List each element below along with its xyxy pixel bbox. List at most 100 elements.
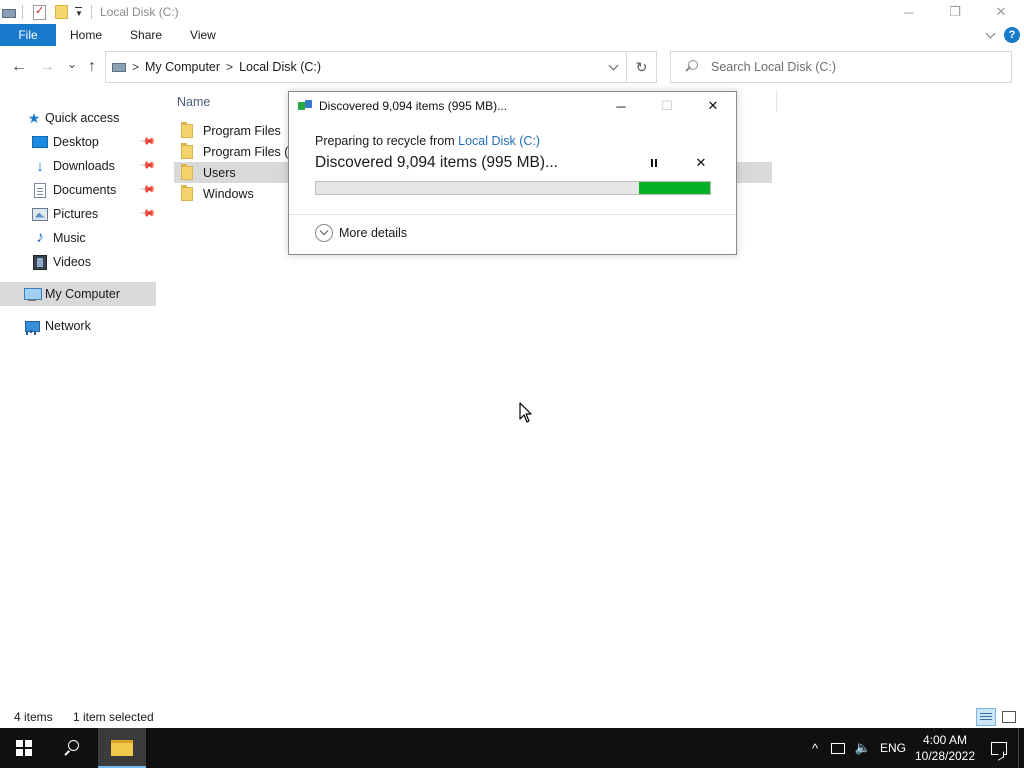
new-folder-icon[interactable] bbox=[55, 5, 68, 19]
properties-icon[interactable] bbox=[33, 4, 46, 20]
address-history-chevron-icon[interactable] bbox=[608, 60, 620, 74]
tab-home[interactable]: Home bbox=[56, 24, 116, 46]
nav-item-documents[interactable]: Documents 📌 bbox=[0, 178, 156, 202]
nav-item-desktop[interactable]: Desktop 📌 bbox=[0, 130, 156, 154]
tab-share[interactable]: Share bbox=[116, 24, 176, 46]
clock-time: 4:00 AM bbox=[922, 733, 968, 747]
pin-icon[interactable]: 📌 bbox=[139, 182, 156, 199]
up-button[interactable]: ↑ bbox=[83, 58, 101, 76]
close-button[interactable]: ✕ bbox=[978, 0, 1024, 24]
back-button[interactable]: ← bbox=[10, 58, 28, 76]
source-location-link[interactable]: Local Disk (C:) bbox=[458, 134, 540, 148]
details-view-icon[interactable] bbox=[976, 708, 996, 726]
dialog-maximize-button: ☐ bbox=[661, 98, 673, 113]
nav-label: Downloads bbox=[53, 159, 115, 173]
tab-file[interactable]: File bbox=[0, 24, 56, 46]
search-icon bbox=[683, 59, 699, 75]
large-icons-view-icon[interactable] bbox=[1000, 708, 1018, 726]
start-button[interactable] bbox=[0, 728, 48, 768]
dialog-title-bar[interactable]: Discovered 9,094 items (995 MB)... ─ ☐ ✕ bbox=[289, 92, 736, 120]
network-status-icon[interactable] bbox=[826, 728, 850, 768]
clock[interactable]: 4:00 AM 10/28/2022 bbox=[910, 728, 980, 768]
more-details-label: More details bbox=[339, 226, 408, 240]
pictures-icon bbox=[32, 206, 48, 222]
search-box[interactable]: Search Local Disk (C:) bbox=[670, 51, 1012, 83]
nav-label: My Computer bbox=[45, 287, 121, 301]
ribbon-tabs: File Home Share View ? bbox=[0, 24, 1024, 46]
input-language-indicator[interactable]: ENG bbox=[876, 728, 910, 768]
customize-toolbar-chevron-icon[interactable]: ▼ bbox=[75, 7, 85, 18]
breadcrumb-my-computer[interactable]: My Computer bbox=[145, 60, 220, 74]
toolbar-divider bbox=[91, 5, 92, 19]
window-title: Local Disk (C:) bbox=[100, 5, 179, 19]
drive-icon bbox=[2, 7, 16, 18]
nav-item-music[interactable]: ♪ Music bbox=[0, 226, 156, 250]
dialog-close-button[interactable]: ✕ bbox=[690, 92, 736, 120]
nav-item-downloads[interactable]: ↓ Downloads 📌 bbox=[0, 154, 156, 178]
taskbar-file-explorer[interactable] bbox=[98, 728, 146, 768]
column-header-name[interactable]: Name bbox=[177, 95, 210, 109]
dialog-divider bbox=[289, 214, 736, 215]
nav-item-pictures[interactable]: Pictures 📌 bbox=[0, 202, 156, 226]
show-desktop-button[interactable] bbox=[1018, 728, 1024, 768]
discovered-summary: Discovered 9,094 items (995 MB)... bbox=[315, 154, 558, 171]
star-icon: ★ bbox=[27, 109, 41, 126]
navigation-pane: ★ Quick access Desktop 📌 ↓ Downloads 📌 D… bbox=[0, 106, 156, 338]
column-divider[interactable] bbox=[776, 90, 777, 112]
action-center-button[interactable] bbox=[980, 728, 1018, 768]
file-name: Program Files bbox=[203, 123, 281, 138]
tab-view[interactable]: View bbox=[176, 24, 230, 46]
expand-ribbon-chevron-icon[interactable] bbox=[984, 28, 998, 42]
cancel-operation-button[interactable]: ✕ bbox=[693, 155, 709, 171]
computer-icon bbox=[24, 286, 42, 302]
recent-locations-chevron-icon[interactable]: ⌄ bbox=[63, 55, 81, 73]
dialog-title: Discovered 9,094 items (995 MB)... bbox=[319, 99, 508, 113]
minimize-button[interactable]: ─ bbox=[886, 0, 932, 24]
progress-indicator bbox=[639, 182, 710, 194]
notification-icon bbox=[991, 741, 1007, 755]
address-bar[interactable]: > My Computer > Local Disk (C:) ↻ bbox=[105, 51, 657, 83]
help-icon[interactable]: ? bbox=[1004, 27, 1020, 43]
search-input[interactable]: Search Local Disk (C:) bbox=[711, 60, 836, 74]
item-count: 4 items bbox=[14, 710, 53, 724]
ribbon-right-controls: ? bbox=[984, 24, 1020, 46]
operation-prefix: Preparing to recycle from bbox=[315, 134, 455, 148]
nav-label: Network bbox=[45, 319, 91, 333]
pin-icon[interactable]: 📌 bbox=[139, 206, 156, 223]
more-details-toggle[interactable]: More details bbox=[315, 223, 407, 243]
recycle-progress-dialog: Discovered 9,094 items (995 MB)... ─ ☐ ✕… bbox=[288, 91, 737, 255]
breadcrumb-local-disk[interactable]: Local Disk (C:) bbox=[239, 60, 321, 74]
folder-icon bbox=[181, 142, 193, 159]
forward-button[interactable]: → bbox=[38, 58, 56, 76]
nav-item-network[interactable]: Network bbox=[0, 314, 156, 338]
pause-icon[interactable] bbox=[646, 155, 662, 171]
nav-item-videos[interactable]: Videos bbox=[0, 250, 156, 274]
taskbar-search-button[interactable] bbox=[48, 728, 96, 768]
mouse-cursor-icon bbox=[519, 402, 532, 423]
address-row: ← → ⌄ ↑ > My Computer > Local Disk (C:) … bbox=[0, 50, 1024, 84]
music-icon: ♪ bbox=[36, 229, 44, 246]
file-name: Windows bbox=[203, 186, 254, 201]
folder-icon bbox=[181, 184, 193, 201]
selection-count: 1 item selected bbox=[73, 710, 154, 724]
quick-access-toolbar: ▼ bbox=[0, 0, 98, 24]
nav-item-quick-access[interactable]: ★ Quick access bbox=[0, 106, 156, 130]
breadcrumb-separator[interactable]: > bbox=[226, 60, 233, 74]
nav-label: Pictures bbox=[53, 207, 99, 221]
pin-icon[interactable]: 📌 bbox=[139, 134, 156, 151]
refresh-button[interactable]: ↻ bbox=[626, 52, 656, 82]
dialog-minimize-button[interactable]: ─ bbox=[598, 92, 644, 120]
windows-logo-icon bbox=[16, 740, 32, 756]
volume-icon[interactable]: 🔈 bbox=[850, 728, 876, 768]
folder-icon bbox=[181, 121, 193, 138]
pin-icon[interactable]: 📌 bbox=[139, 158, 156, 175]
nav-label: Documents bbox=[53, 183, 117, 197]
restore-button[interactable]: ❐ bbox=[932, 0, 978, 24]
show-hidden-icons-chevron-icon[interactable]: ^ bbox=[804, 728, 826, 768]
videos-icon bbox=[32, 254, 48, 270]
breadcrumb-separator[interactable]: > bbox=[132, 60, 139, 74]
nav-item-my-computer[interactable]: My Computer bbox=[0, 282, 156, 306]
view-buttons bbox=[976, 706, 1018, 728]
file-operation-icon bbox=[298, 100, 313, 112]
